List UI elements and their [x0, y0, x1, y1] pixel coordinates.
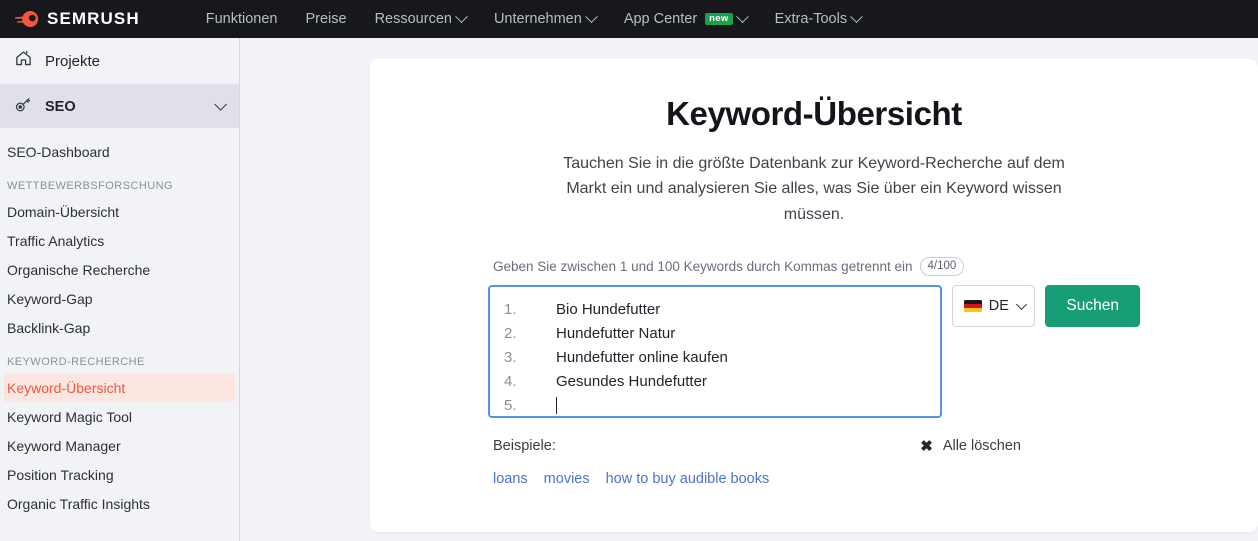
key-icon: [14, 95, 33, 119]
example-link-loans[interactable]: loans: [493, 471, 528, 487]
page-title: Keyword-Übersicht: [666, 95, 962, 132]
home-icon: [14, 49, 33, 73]
keyword-line: 3. Hundefutter online kaufen: [504, 346, 926, 370]
sidebar-item-projekte[interactable]: Projekte: [0, 38, 239, 85]
chevron-down-icon: [735, 9, 749, 23]
page-body: Projekte SEO SEO-Dashboard WETTBEWERBSFO…: [0, 38, 1258, 541]
nav-item-label: Ressourcen: [374, 11, 452, 27]
keyword-line-number: 2.: [504, 325, 517, 343]
card-inner: Keyword-Übersicht Tauchen Sie in die grö…: [488, 95, 1140, 487]
keyword-line-text: Hundefutter Natur: [556, 325, 676, 343]
sidebar-item-seo-dashboard[interactable]: SEO-Dashboard: [0, 137, 239, 166]
sidebar-item-label: Keyword Manager: [7, 437, 121, 454]
sidebar-item-label: Domain-Übersicht: [7, 203, 120, 220]
sidebar-item-keyword-manager[interactable]: Keyword Manager: [0, 431, 239, 460]
country-selector[interactable]: DE: [951, 285, 1036, 328]
nav-item-label: App Center: [623, 11, 698, 27]
semrush-wordmark: SEMRUSH: [47, 9, 140, 28]
nav-item-funktionen[interactable]: Funktionen: [192, 0, 292, 38]
sidebar-item-backlink-gap[interactable]: Backlink-Gap: [0, 313, 239, 342]
chevron-down-icon: [850, 9, 863, 23]
chevron-down-icon[interactable]: [214, 98, 227, 111]
new-badge: new: [705, 12, 733, 26]
nav-item-app-center[interactable]: App Center new: [610, 0, 761, 38]
german-flag-icon: [963, 300, 982, 313]
sidebar-item-label: Position Tracking: [7, 466, 114, 483]
clear-all-button[interactable]: ✖ Alle löschen: [920, 437, 1021, 455]
keyword-line-number: 4.: [504, 373, 517, 391]
keyword-line-number: 3.: [504, 349, 517, 367]
sidebar-item-keyword-magic-tool[interactable]: Keyword Magic Tool: [0, 402, 239, 431]
semrush-comet-logo-icon: [14, 9, 40, 29]
chevron-down-icon: [1016, 299, 1027, 310]
keyword-field-label-text: Geben Sie zwischen 1 und 100 Keywords du…: [493, 258, 913, 274]
sidebar-item-organische-recherche[interactable]: Organische Recherche: [0, 255, 239, 284]
sidebar-item-label: Backlink-Gap: [7, 319, 91, 336]
keyword-field-label: Geben Sie zwischen 1 und 100 Keywords du…: [488, 256, 1140, 277]
keyword-line: 1. Bio Hundefutter: [504, 298, 926, 322]
chevron-down-icon: [455, 9, 468, 23]
sidebar-item-label: SEO: [45, 98, 76, 115]
example-links: loans movies how to buy audible books: [488, 471, 1140, 487]
keyword-overview-card: Keyword-Übersicht Tauchen Sie in die grö…: [370, 59, 1258, 532]
sidebar-item-keyword-gap[interactable]: Keyword-Gap: [0, 284, 239, 313]
nav-item-label: Unternehmen: [493, 11, 582, 27]
text-cursor: [556, 397, 557, 415]
nav-item-label: Preise: [305, 11, 347, 27]
keyword-textarea[interactable]: 1. Bio Hundefutter 2. Hundefutter Natur …: [488, 285, 942, 419]
keyword-line-text: Hundefutter online kaufen: [556, 349, 728, 367]
clear-all-label: Alle löschen: [942, 438, 1021, 455]
nav-item-ressourcen[interactable]: Ressourcen: [361, 0, 480, 38]
nav-item-unternehmen[interactable]: Unternehmen: [480, 0, 610, 38]
nav-item-preise[interactable]: Preise: [291, 0, 360, 38]
sidebar-item-label: Keyword-Gap: [7, 290, 93, 307]
sidebar-item-label: Traffic Analytics: [7, 232, 105, 249]
sidebar-item-label: Projekte: [45, 52, 101, 70]
sidebar-item-seo[interactable]: SEO: [0, 85, 239, 128]
close-x-icon: ✖: [920, 438, 933, 456]
sidebar-item-traffic-analytics[interactable]: Traffic Analytics: [0, 226, 239, 255]
sidebar-item-keyword-uebersicht[interactable]: Keyword-Übersicht: [4, 373, 235, 402]
main-content-area: Keyword-Übersicht Tauchen Sie in die grö…: [240, 38, 1258, 541]
examples-label: Beispiele:: [493, 438, 556, 455]
sidebar-item-label: Organic Traffic Insights: [7, 495, 150, 512]
examples-row: Beispiele: ✖ Alle löschen: [488, 437, 1021, 455]
top-nav-items: Funktionen Preise Ressourcen Unternehmen…: [192, 0, 875, 38]
sidebar-item-domain-uebersicht[interactable]: Domain-Übersicht: [0, 197, 239, 226]
nav-item-label: Extra-Tools: [774, 11, 848, 27]
top-navigation-bar: SEMRUSH Funktionen Preise Ressourcen Unt…: [0, 0, 1258, 38]
sidebar-item-label: SEO-Dashboard: [7, 143, 110, 160]
left-sidebar: Projekte SEO SEO-Dashboard WETTBEWERBSFO…: [0, 38, 240, 541]
sidebar-group-heading-wettbewerbsforschung: WETTBEWERBSFORSCHUNG: [7, 180, 174, 192]
nav-item-label: Funktionen: [205, 11, 278, 27]
country-code-label: DE: [988, 298, 1009, 315]
keyword-line-active: 5.: [504, 394, 926, 416]
page-subtitle: Tauchen Sie in die größte Datenbank zur …: [563, 155, 1065, 223]
keyword-line-number: 1.: [504, 301, 517, 319]
keyword-counter-badge: 4/100: [919, 256, 965, 277]
keyword-line-text: Gesundes Hundefutter: [556, 373, 707, 391]
keyword-line: 4. Gesundes Hundefutter: [504, 370, 926, 394]
search-button[interactable]: Suchen: [1045, 285, 1140, 328]
example-link-audible-books[interactable]: how to buy audible books: [606, 471, 770, 487]
chevron-down-icon: [584, 9, 598, 23]
sidebar-item-label: Organische Recherche: [7, 261, 151, 278]
keyword-line: 2. Hundefutter Natur: [504, 322, 926, 346]
semrush-logo[interactable]: SEMRUSH: [14, 9, 140, 29]
sidebar-item-position-tracking[interactable]: Position Tracking: [0, 460, 239, 489]
sidebar-item-organic-traffic-insights[interactable]: Organic Traffic Insights: [0, 489, 239, 518]
sidebar-item-label: Keyword-Übersicht: [7, 379, 126, 396]
example-link-movies[interactable]: movies: [544, 471, 590, 487]
keyword-line-text: Bio Hundefutter: [556, 301, 661, 319]
sidebar-group-heading-keyword-recherche: KEYWORD-RECHERCHE: [7, 356, 145, 368]
nav-item-extra-tools[interactable]: Extra-Tools: [761, 0, 876, 38]
keyword-input-row: 1. Bio Hundefutter 2. Hundefutter Natur …: [488, 285, 1140, 419]
sidebar-item-label: Keyword Magic Tool: [7, 408, 133, 425]
keyword-line-number: 5.: [504, 397, 517, 415]
